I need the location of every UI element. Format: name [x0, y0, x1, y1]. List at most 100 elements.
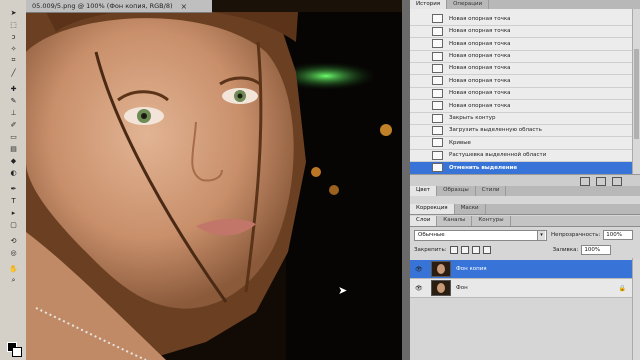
lock-all-icon[interactable] — [482, 246, 491, 254]
blend-mode-value: Обычные — [418, 231, 445, 238]
history-item[interactable]: Новая опорная точка — [410, 62, 632, 76]
new-document-from-state-icon[interactable] — [580, 177, 590, 186]
layer-name: Фон — [456, 285, 468, 291]
history-state-icon — [432, 63, 443, 73]
history-item-label: Новая опорная точка — [449, 90, 511, 97]
move-tool-icon[interactable]: ➤ — [7, 8, 20, 17]
layer-thumbnail — [431, 280, 451, 296]
tab-paths[interactable]: Контуры — [472, 216, 511, 226]
layer-row[interactable]: 👁 Фон 🔒 — [410, 279, 632, 298]
history-item[interactable]: Новая опорная точка — [410, 38, 632, 51]
gradient-tool-icon[interactable]: ▤ — [7, 144, 20, 153]
history-item-label: Новая опорная точка — [449, 53, 511, 59]
fill-label: Заливка: — [552, 247, 579, 253]
history-item[interactable]: Отменить выделение — [410, 161, 632, 174]
eye-icon[interactable]: 👁 — [415, 266, 424, 273]
document-tab[interactable]: 05.009/5.png @ 100% (Фон копия, RGB/8) × — [26, 0, 212, 13]
history-item[interactable]: Новая опорная точка — [410, 87, 632, 101]
tab-adjustments[interactable]: Коррекция — [410, 204, 455, 214]
history-state-icon — [432, 138, 443, 148]
history-state-icon — [432, 51, 443, 61]
eraser-tool-icon[interactable]: ▭ — [7, 132, 20, 141]
history-item[interactable]: Новая опорная точка — [410, 25, 632, 39]
history-item-label: Новая опорная точка — [449, 65, 511, 72]
blend-row: Обычные ▾ Непрозрачность: 100% — [410, 229, 640, 241]
brush-tool-icon[interactable]: ✎ — [7, 96, 20, 105]
opacity-field[interactable]: 100% — [603, 230, 634, 240]
shape-tool-icon[interactable]: ▢ — [7, 220, 20, 229]
dodge-tool-icon[interactable]: ◐ — [7, 168, 20, 177]
eyedropper-tool-icon[interactable]: ╱ — [7, 68, 20, 77]
marquee-tool-icon[interactable]: ⬚ — [7, 20, 20, 29]
adjustments-panel-tabs: Коррекция Маски — [410, 204, 640, 215]
3d-orbit-tool-icon[interactable]: ◎ — [7, 248, 20, 257]
history-scrollbar[interactable] — [632, 9, 640, 174]
lasso-tool-icon[interactable]: ↄ — [7, 32, 20, 41]
3d-rotate-tool-icon[interactable]: ⟲ — [7, 236, 20, 245]
close-icon[interactable]: × — [181, 2, 188, 11]
magic-wand-tool-icon[interactable]: ✧ — [7, 44, 20, 53]
history-item-label: Новая опорная точка — [449, 77, 511, 84]
eye-icon[interactable]: 👁 — [415, 285, 424, 292]
tab-layers[interactable]: Слои — [410, 216, 438, 226]
history-state-icon — [432, 101, 443, 111]
crop-tool-icon[interactable]: ⌗ — [7, 56, 20, 65]
document-canvas[interactable]: 05.009/5.png @ 100% (Фон копия, RGB/8) ×… — [26, 0, 402, 360]
layers-scrollbar[interactable] — [632, 258, 640, 360]
history-item[interactable]: Загрузить выделенную область — [410, 124, 632, 138]
history-item[interactable]: Новая опорная точка — [410, 75, 632, 88]
layers-panel-tabs: Слои Каналы Контуры — [410, 216, 640, 227]
chevron-down-icon[interactable]: ▾ — [537, 230, 545, 240]
tab-masks[interactable]: Маски — [455, 204, 486, 214]
tab-channels[interactable]: Каналы — [437, 216, 473, 226]
history-item[interactable]: Новая опорная точка — [410, 100, 632, 113]
document-title: 05.009/5.png @ 100% (Фон копия, RGB/8) — [32, 2, 173, 10]
hand-tool-icon[interactable]: ✋ — [7, 264, 20, 273]
clone-stamp-tool-icon[interactable]: ⊥ — [7, 108, 20, 117]
panel-divider — [402, 0, 410, 360]
history-item[interactable]: Новая опорная точка — [410, 13, 632, 26]
portrait-photo — [26, 12, 402, 360]
history-item[interactable]: Растушевка выделенной области — [410, 149, 632, 163]
blend-mode-select[interactable]: Обычные ▾ — [414, 229, 547, 241]
history-state-icon — [432, 76, 443, 86]
background-color-swatch[interactable] — [12, 347, 22, 357]
new-snapshot-icon[interactable] — [596, 177, 606, 186]
trash-icon[interactable] — [612, 177, 622, 186]
history-brush-tool-icon[interactable]: ✐ — [7, 120, 20, 129]
type-tool-icon[interactable]: T — [7, 196, 20, 205]
lock-row: Закрепить: Заливка: 100% — [410, 244, 640, 256]
history-item-label: Кривые — [449, 139, 471, 146]
path-selection-tool-icon[interactable]: ▸ — [7, 208, 20, 217]
history-item-label: Закрыть контур — [449, 115, 496, 121]
history-item-label: Растушевка выделенной области — [449, 152, 547, 159]
history-item[interactable]: Закрыть контур — [410, 112, 632, 125]
history-state-icon — [432, 113, 443, 123]
layer-thumbnail — [431, 261, 451, 277]
tab-actions[interactable]: Операции — [447, 0, 490, 9]
mouse-cursor-icon: ➤ — [338, 284, 348, 297]
history-state-icon — [432, 163, 443, 173]
history-item-label: Новая опорная точка — [449, 102, 511, 109]
scrollbar-thumb[interactable] — [634, 49, 639, 139]
history-item[interactable]: Новая опорная точка — [410, 50, 632, 63]
history-item-label: Новая опорная точка — [449, 40, 511, 47]
history-state-icon — [432, 125, 443, 135]
lock-pixels-icon[interactable] — [460, 246, 469, 254]
lock-position-icon[interactable] — [471, 246, 480, 254]
zoom-tool-icon[interactable]: ⌕ — [7, 276, 20, 285]
history-item[interactable]: Кривые — [410, 137, 632, 150]
tab-styles[interactable]: Стили — [476, 186, 507, 196]
healing-brush-tool-icon[interactable]: ✚ — [7, 84, 20, 93]
opacity-label: Непрозрачность: — [551, 232, 601, 238]
history-item-label: Загрузить выделенную область — [449, 127, 542, 134]
lock-transparency-icon[interactable] — [449, 246, 458, 254]
history-item-label: Отменить выделение — [449, 164, 518, 171]
tab-history[interactable]: История — [410, 0, 448, 9]
tab-color[interactable]: Цвет — [410, 186, 438, 196]
pen-tool-icon[interactable]: ✒ — [7, 184, 20, 193]
fill-field[interactable]: 100% — [581, 245, 612, 255]
layer-row[interactable]: 👁 Фон копия — [410, 260, 632, 279]
tab-swatches[interactable]: Образцы — [437, 186, 476, 196]
blur-tool-icon[interactable]: ◆ — [7, 156, 20, 165]
